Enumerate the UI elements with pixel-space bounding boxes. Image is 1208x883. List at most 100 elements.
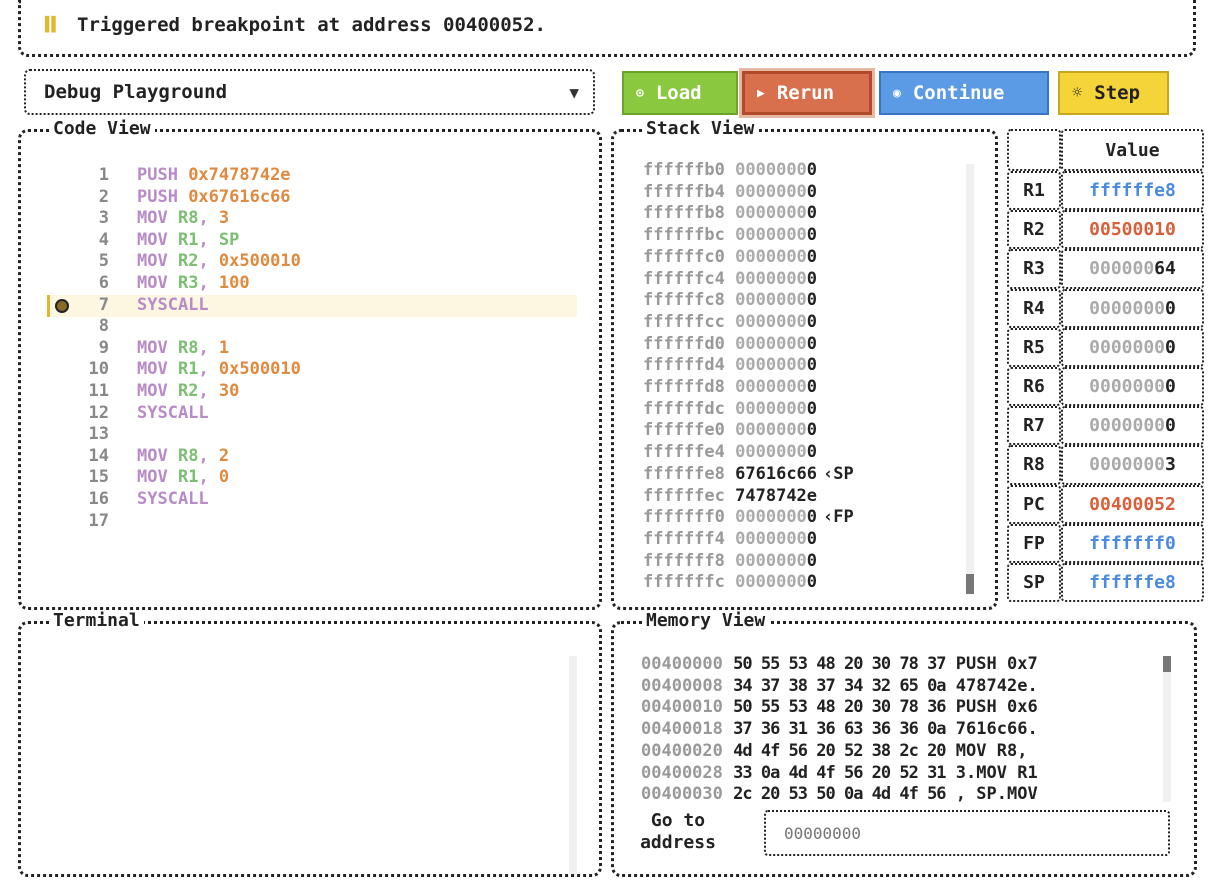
code-line[interactable]: 4 MOV R1, SP [21,230,581,252]
memory-address: 00400000 [641,654,723,674]
code-line[interactable]: 2 PUSH 0x67616c66 [21,187,581,209]
stack-scroll-thumb[interactable] [966,574,974,594]
stack-address: ffffffe0 [643,420,725,441]
program-select[interactable]: Debug Playground ▼ [24,69,595,115]
line-number: 5 [98,251,109,272]
stack-row: ffffffbc 00000000 [643,225,817,247]
stack-view-panel: Stack View ffffffb0 00000000 ffffffb4 000… [611,118,998,610]
stack-pointer-marker: ‹SP [823,463,854,484]
register-value: 000000 64 [1061,249,1204,289]
load-button[interactable]: ⊙ Load [622,71,738,115]
code-token: SP [218,229,240,250]
code-line[interactable]: 5 MOV R2, 0x500010 [21,251,581,273]
code-text: MOV R2, 0x500010 [137,251,301,271]
code-line[interactable]: 13 [21,424,581,446]
code-token: R1 [177,229,199,250]
code-token: , [198,208,219,229]
code-line[interactable]: 16 SYSCALL [21,489,581,511]
code-line[interactable]: 11 MOV R2, 30 [21,381,581,403]
stack-address: ffffffdc [643,398,725,419]
stack-row: fffffff4 00000000 [643,529,817,551]
stack-value: 00000000 [735,528,818,549]
line-number: 2 [98,186,109,207]
terminal-panel[interactable]: Terminal [18,610,602,877]
goto-address-input[interactable] [764,810,1170,856]
stack-address: ffffffb8 [643,203,725,224]
code-line[interactable]: 3 MOV R8, 3 [21,208,581,230]
code-line[interactable]: 10 MOV R1, 0x500010 [21,359,581,381]
play-icon: ▶ [757,85,765,101]
rerun-button[interactable]: ▶ Rerun [739,68,875,118]
memory-scrollbar[interactable] [1163,656,1171,802]
code-token: SYSCALL [137,402,209,423]
memory-address: 00400018 [641,719,723,740]
line-number: 6 [98,273,109,293]
code-token: MOV [137,337,178,358]
register-value: ffffffe8 [1061,563,1204,603]
code-token: SYSCALL [137,489,209,509]
code-line[interactable]: 12 SYSCALL [21,403,581,425]
memory-scroll-thumb[interactable] [1163,656,1171,672]
stack-value: 7478742e [735,485,818,506]
load-label: Load [655,82,702,104]
register-header-blank [1007,129,1061,171]
memory-address: 00400010 [641,697,723,718]
stack-row: ffffffe4 00000000 [643,442,817,464]
memory-address: 00400020 [641,740,723,761]
stack-row: ffffffdc 00000000 [643,399,817,421]
terminal-title: Terminal [49,610,144,631]
code-token: MOV [137,359,178,380]
terminal-scrollbar[interactable] [569,656,577,874]
stack-row: ffffffb8 00000000 [643,203,817,225]
stack-row: ffffffc0 00000000 [643,247,817,269]
code-line[interactable]: 17 [21,511,581,533]
stack-row: fffffff8 00000000 [643,551,817,573]
continue-label: Continue [912,82,1005,104]
continue-button[interactable]: ◉ Continue [879,71,1049,115]
stack-value: 00000000 [735,398,818,419]
register-name: R1 [1007,171,1061,211]
code-token: R3 [177,273,199,293]
code-line[interactable]: 15 MOV R1, 0 [21,467,581,489]
code-line[interactable]: 7 SYSCALL [21,295,581,317]
stack-value: 00000000 [735,355,818,376]
code-text: MOV R3, 100 [137,273,250,293]
memory-row: 00400008 34 37 38 37 34 32 65 0a 478742e… [641,676,1038,698]
stack-row: fffffff0 00000000 ‹FP [643,507,854,529]
stack-scrollbar[interactable] [966,164,974,594]
code-line[interactable]: 14 MOV R8, 2 [21,446,581,468]
line-number: 13 [88,424,109,445]
memory-address: 00400008 [641,675,723,696]
register-name: R8 [1007,445,1061,485]
step-button[interactable]: ☼ Step [1058,71,1169,115]
continue-icon: ◉ [893,85,901,101]
stack-address: fffffff4 [643,528,725,549]
memory-row: 00400020 4d 4f 56 20 52 38 2c 20 MOV R8, [641,741,1038,763]
memory-row: 00400010 50 55 53 48 20 30 78 36 PUSH 0x… [641,697,1038,719]
code-token: R2 [177,381,199,401]
memory-ascii: PUSH 0x7 [955,654,1038,674]
line-number: 15 [88,467,109,488]
code-view-panel: Code View 1 PUSH 0x7478742e 2 PUSH 0x67616c… [18,118,602,610]
code-line[interactable]: 1 PUSH 0x7478742e [21,165,581,187]
code-line[interactable]: 6 MOV R3, 100 [21,273,581,295]
code-token: R8 [177,337,199,358]
code-line[interactable]: 9 MOV R8, 1 [21,338,581,360]
chevron-down-icon: ▼ [569,83,579,102]
line-number: 7 [98,294,109,315]
code-token: SYSCALL [137,294,209,315]
memory-hex: 50 55 53 48 20 30 78 36 [733,697,946,718]
code-token: PUSH [137,186,189,207]
stack-address: ffffffb4 [643,181,725,202]
stack-value: 00000000 [735,181,818,202]
stack-address: ffffffe8 [643,463,725,484]
code-line[interactable]: 8 [21,316,581,338]
code-token: R1 [177,359,199,380]
registers-table: Value R1 ffffffe8 R2 00500010 R3 000000 64 R4 000… [1007,129,1204,610]
code-token: R2 [177,251,199,272]
stack-address: ffffffb0 [643,160,725,180]
register-value: 00400052 [1061,484,1204,524]
stack-value: 00000000 [735,442,818,463]
stack-value: 00000000 [735,311,818,332]
stack-value: 00000000 [735,333,818,354]
